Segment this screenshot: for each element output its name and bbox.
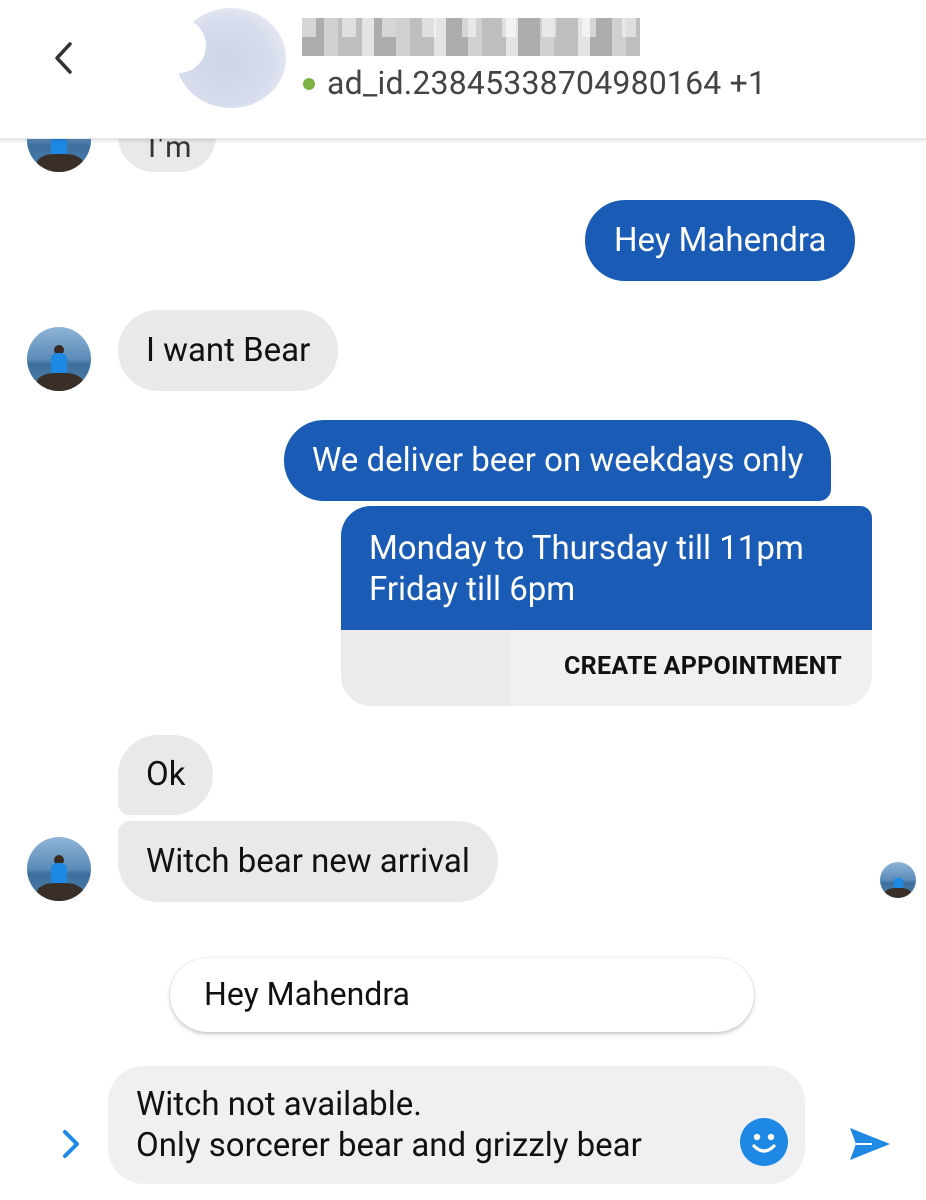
card-line: Friday till 6pm — [369, 570, 576, 609]
card-body: Monday to Thursday till 11pm Friday till… — [341, 506, 872, 630]
card-action-bar: CREATE APPOINTMENT — [341, 630, 872, 706]
chevron-right-icon — [63, 1130, 79, 1158]
suggested-reply-text: Hey Mahendra — [204, 975, 410, 1013]
emoji-button[interactable] — [740, 1118, 788, 1166]
create-appointment-button[interactable]: CREATE APPOINTMENT — [564, 652, 842, 681]
input-line: Witch not available. — [136, 1085, 422, 1124]
incoming-message: Witch bear new arrival — [118, 821, 498, 902]
outgoing-card-message: Monday to Thursday till 11pm Friday till… — [341, 506, 872, 706]
conversation-header: ad_id.23845338704980164 +1 — [0, 0, 926, 139]
incoming-message: Ok — [118, 735, 214, 815]
sender-avatar[interactable] — [27, 327, 91, 391]
send-button[interactable] — [846, 1120, 894, 1168]
conversation-subtitle: ad_id.23845338704980164 +1 — [327, 64, 767, 102]
send-icon — [850, 1128, 890, 1160]
suggested-reply-chip[interactable]: Hey Mahendra — [170, 958, 754, 1032]
message-text: I want Bear — [146, 330, 311, 370]
smiley-icon — [752, 1133, 776, 1153]
outgoing-message: We deliver beer on weekdays only — [284, 420, 832, 501]
message-input[interactable]: Witch not available. Only sorcerer bear … — [108, 1066, 805, 1184]
message-text: Witch bear new arrival — [146, 841, 470, 881]
contact-avatar[interactable] — [176, 8, 286, 108]
back-button[interactable] — [40, 30, 90, 86]
message-text: Hey Mahendra — [614, 220, 827, 260]
chevron-left-icon — [55, 42, 72, 74]
online-status-dot — [303, 78, 315, 90]
input-line: Only sorcerer bear and grizzly bear — [136, 1126, 642, 1165]
outgoing-message: Hey Mahendra — [585, 200, 856, 281]
message-text: We deliver beer on weekdays only — [312, 440, 804, 480]
read-receipt-avatar — [880, 862, 916, 898]
sender-avatar[interactable] — [27, 837, 91, 901]
expand-actions-button[interactable] — [56, 1122, 86, 1166]
card-line: Monday to Thursday till 11pm — [369, 529, 804, 568]
message-input-text[interactable]: Witch not available. Only sorcerer bear … — [136, 1084, 642, 1166]
message-text: Ok — [146, 755, 186, 794]
contact-name-redacted-overlay — [302, 18, 640, 37]
incoming-message: I want Bear — [118, 310, 339, 391]
